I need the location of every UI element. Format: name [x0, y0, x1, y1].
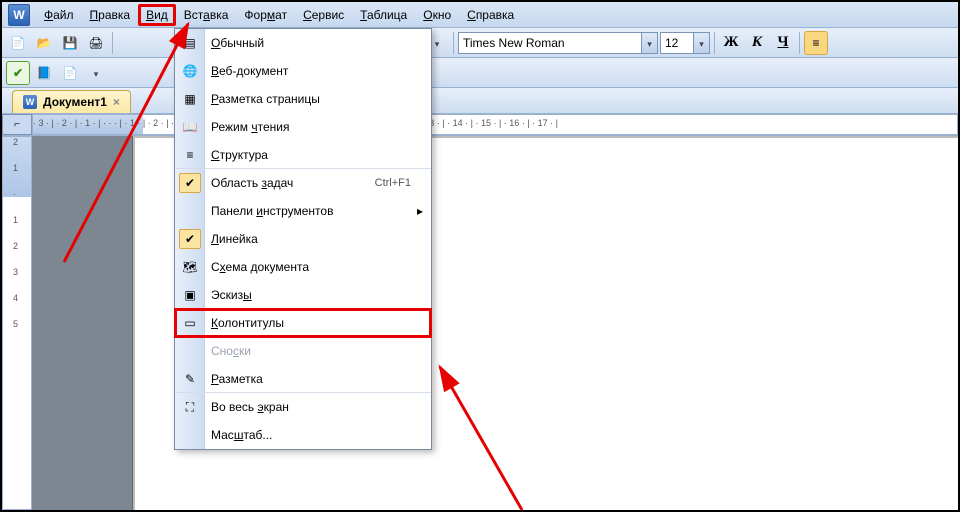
headerfooter-icon: ▭ — [179, 313, 201, 333]
font-size-combo[interactable]: 12 — [660, 32, 710, 54]
menu-вид[interactable]: Вид — [138, 4, 176, 26]
research-button[interactable]: 📘 — [32, 61, 56, 85]
document-tab-label: Документ1 — [43, 95, 107, 109]
document-tabs: W Документ1 × — [2, 88, 958, 114]
view-menu-item[interactable]: 🗺 Схема документа — [175, 253, 431, 281]
blank-icon — [179, 425, 201, 445]
document-tab[interactable]: W Документ1 × — [12, 90, 131, 113]
separator — [714, 32, 715, 54]
view-menu-item[interactable]: ✎ Разметка — [175, 365, 431, 393]
font-name-combo[interactable]: Times New Roman — [458, 32, 658, 54]
menu-item-label: Разметка страницы — [211, 92, 431, 106]
italic-button[interactable]: К — [745, 31, 769, 55]
fullscreen-icon: ⛶ — [179, 397, 201, 417]
view-menu-item[interactable]: ✔ Область задачCtrl+F1 — [175, 169, 431, 197]
font-size-value: 12 — [661, 36, 693, 50]
menu-item-label: Схема документа — [211, 260, 431, 274]
menu-item-label: Колонтитулы — [211, 316, 431, 330]
workspace: 21·12345 — [2, 136, 958, 510]
word-icon: W — [23, 95, 37, 109]
view-menu-item[interactable]: ≡ Структура — [175, 141, 431, 169]
menu-справка[interactable]: Справка — [459, 4, 522, 26]
view-menu-item[interactable]: ▭ Колонтитулы — [175, 309, 431, 337]
page-margin-area — [32, 136, 132, 510]
menu-item-label: Масштаб... — [211, 428, 431, 442]
menu-сервис[interactable]: Сервис — [295, 4, 352, 26]
spellcheck-button[interactable]: ✔ — [6, 61, 30, 85]
view-menu-item: Сноски — [175, 337, 431, 365]
app-icon: W — [8, 4, 30, 26]
outline-icon: ≡ — [179, 145, 201, 165]
vertical-ruler[interactable]: 21·12345 — [2, 136, 32, 510]
thumbs-icon: ▣ — [179, 285, 201, 305]
map-icon: 🗺 — [179, 257, 201, 277]
view-menu-item[interactable]: ▣ Эскизы — [175, 281, 431, 309]
submenu-arrow-icon: ▸ — [417, 204, 423, 218]
menu-item-label: Линейка — [211, 232, 431, 246]
menu-bar: W ФайлПравкаВидВставкаФорматСервисТаблиц… — [2, 2, 958, 28]
view-menu-item[interactable]: ▦ Разметка страницы — [175, 85, 431, 113]
menu-item-label: Обычный — [211, 36, 431, 50]
align-button[interactable]: ≡ — [804, 31, 828, 55]
toolbar-dropdown[interactable] — [84, 61, 108, 85]
view-menu-item[interactable]: ⛶ Во весь экран — [175, 393, 431, 421]
menu-item-label: Структура — [211, 148, 431, 162]
reading-icon: 📖 — [179, 117, 201, 137]
close-icon[interactable]: × — [113, 95, 120, 109]
separator — [112, 32, 113, 54]
menu-item-label: Эскизы — [211, 288, 431, 302]
check-icon: ✔ — [179, 229, 201, 249]
view-menu-dropdown: ▤ Обычный 🌐 Веб-документ ▦ Разметка страницы 📖… — [174, 28, 432, 450]
menu-правка[interactable]: Правка — [82, 4, 139, 26]
page-icon: ▤ — [179, 33, 201, 53]
standard-toolbar: 📄 📂 💾 🖨 ◧ Times New Roman 12 Ж К Ч ≡ — [2, 28, 958, 58]
menu-item-label: Режим чтения — [211, 120, 431, 134]
horizontal-ruler[interactable]: · 3 · | · 2 · | · 1 · | · · · | · 1 · | … — [32, 114, 958, 135]
menu-item-label: Веб-документ — [211, 64, 431, 78]
menu-окно[interactable]: Окно — [415, 4, 459, 26]
font-name-value: Times New Roman — [459, 36, 641, 50]
web-icon: 🌐 — [179, 61, 201, 81]
separator — [453, 32, 454, 54]
print-button[interactable]: 🖨 — [84, 31, 108, 55]
chevron-down-icon[interactable] — [693, 33, 709, 53]
ruler-corner: ⌐ — [2, 114, 32, 135]
menu-вставка[interactable]: Вставка — [176, 4, 237, 26]
markup-icon: ✎ — [179, 369, 201, 389]
menu-item-label: Во весь экран — [211, 400, 431, 414]
underline-button[interactable]: Ч — [771, 31, 795, 55]
view-menu-item[interactable]: Панели инструментов▸ — [175, 197, 431, 225]
save-button[interactable]: 💾 — [58, 31, 82, 55]
view-menu-item[interactable]: Масштаб... — [175, 421, 431, 449]
bold-button[interactable]: Ж — [719, 31, 743, 55]
menu-таблица[interactable]: Таблица — [352, 4, 415, 26]
menu-item-label: Область задач — [211, 176, 375, 190]
new-doc-button[interactable]: 📄 — [6, 31, 30, 55]
menu-item-label: Панели инструментов — [211, 204, 431, 218]
secondary-toolbar: ✔ 📘 📄 — [2, 58, 958, 88]
view-menu-item[interactable]: ✔ Линейка — [175, 225, 431, 253]
menu-файл[interactable]: Файл — [36, 4, 82, 26]
view-menu-item[interactable]: 📖 Режим чтения — [175, 113, 431, 141]
view-menu-item[interactable]: ▤ Обычный — [175, 29, 431, 57]
menu-item-label: Сноски — [211, 344, 431, 358]
blank-icon — [179, 341, 201, 361]
layout-icon: ▦ — [179, 89, 201, 109]
open-button[interactable]: 📂 — [32, 31, 56, 55]
ruler-row: ⌐ · 3 · | · 2 · | · 1 · | · · · | · 1 · … — [2, 114, 958, 136]
toolbar-button[interactable]: 📄 — [58, 61, 82, 85]
check-icon: ✔ — [179, 173, 201, 193]
menu-формат[interactable]: Формат — [236, 4, 295, 26]
blank-icon — [179, 201, 201, 221]
view-menu-item[interactable]: 🌐 Веб-документ — [175, 57, 431, 85]
menu-item-shortcut: Ctrl+F1 — [375, 177, 431, 189]
separator — [799, 32, 800, 54]
menu-item-label: Разметка — [211, 372, 431, 386]
chevron-down-icon[interactable] — [641, 33, 657, 53]
